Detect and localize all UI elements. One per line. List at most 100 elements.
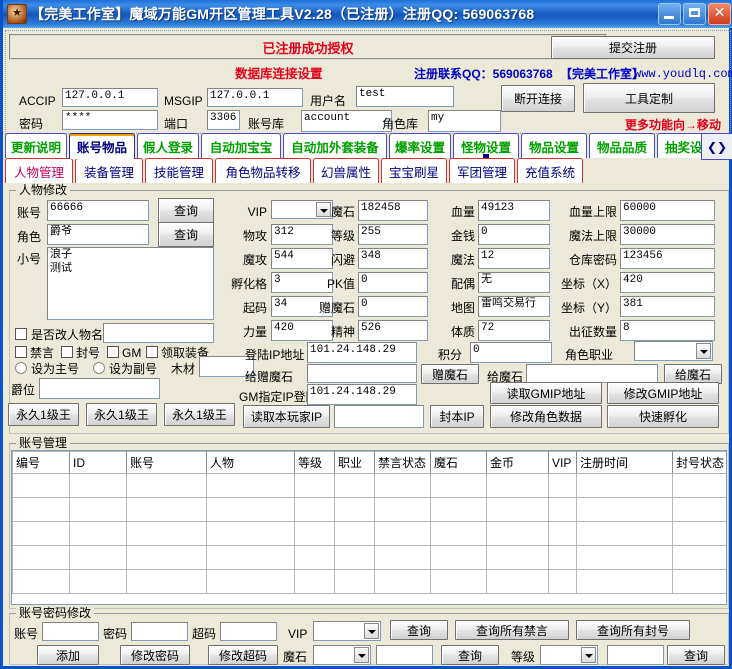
modify-superpwd-button[interactable]: 修改超码 <box>208 645 278 665</box>
sub-account-textarea[interactable]: 浪子 测试 <box>47 247 214 320</box>
sub-tab-3[interactable]: 技能管理 <box>145 158 213 183</box>
accip-input[interactable]: 127.0.0.1 <box>62 88 158 107</box>
rename-input[interactable] <box>103 323 214 343</box>
sub-tab-8[interactable]: 充值系统 <box>517 158 583 183</box>
gift-stone-input[interactable] <box>307 364 417 383</box>
table-cell[interactable] <box>549 498 577 522</box>
sub-tab-7[interactable]: 军团管理 <box>449 158 515 183</box>
customize-tool-button[interactable]: 工具定制 <box>583 83 715 113</box>
perm-king3-button[interactable]: 永久1级王 <box>164 403 235 426</box>
table-cell[interactable] <box>127 570 207 594</box>
pwd-level-input[interactable] <box>607 645 664 665</box>
read-gmip-button[interactable]: 读取GMIP地址 <box>490 382 602 404</box>
table-cell[interactable] <box>127 546 207 570</box>
table-cell[interactable] <box>577 522 673 546</box>
msgip-input[interactable]: 127.0.0.1 <box>207 88 303 107</box>
table-cell[interactable] <box>577 546 673 570</box>
table-cell[interactable] <box>127 522 207 546</box>
sub-tab-5[interactable]: 幻兽属性 <box>313 158 379 183</box>
attr-input-col3-2[interactable]: 255 <box>358 224 428 245</box>
main-tab-1[interactable]: 更新说明 <box>5 133 67 158</box>
pwd-stone-input[interactable] <box>376 645 433 665</box>
submit-registration-button[interactable]: 提交注册 <box>551 36 715 59</box>
perm-king2-button[interactable]: 永久1级王 <box>86 403 157 426</box>
chevron-down-icon[interactable] <box>364 623 379 639</box>
chevron-down-icon[interactable] <box>354 647 369 663</box>
table-cell[interactable] <box>549 570 577 594</box>
table-cell[interactable] <box>673 546 728 570</box>
table-cell[interactable] <box>335 498 375 522</box>
table-cell[interactable] <box>549 522 577 546</box>
table-cell[interactable] <box>295 498 335 522</box>
account-db-input[interactable]: account <box>301 110 392 132</box>
mute-checkbox[interactable] <box>15 346 27 358</box>
port-input[interactable]: 3306 <box>207 110 240 130</box>
sub-tab-6[interactable]: 宝宝刷星 <box>381 158 447 183</box>
role-query-button[interactable]: 查询 <box>158 222 214 247</box>
main-tab-3[interactable]: 假人登录 <box>137 133 199 158</box>
table-cell[interactable] <box>70 546 127 570</box>
role-job-combo[interactable] <box>634 341 713 361</box>
close-button[interactable]: ✕ <box>708 3 731 25</box>
query-all-ban-button[interactable]: 查询所有封号 <box>576 620 690 640</box>
table-cell[interactable] <box>335 570 375 594</box>
main-tab-5[interactable]: 自动加外套装备 <box>283 133 387 158</box>
table-cell[interactable] <box>431 570 487 594</box>
attr-input-col3-4[interactable]: 0 <box>358 272 428 293</box>
add-account-button[interactable]: 添加 <box>37 645 99 665</box>
attr-input-col3-3[interactable]: 348 <box>358 248 428 269</box>
table-row[interactable] <box>13 522 728 546</box>
perm-king1-button[interactable]: 永久1级王 <box>8 403 79 426</box>
table-cell[interactable] <box>673 570 728 594</box>
table-cell[interactable] <box>335 474 375 498</box>
query-all-mute-button[interactable]: 查询所有禁言 <box>455 620 569 640</box>
table-cell[interactable] <box>673 522 728 546</box>
table-cell[interactable] <box>487 570 549 594</box>
pwd-vip-combo[interactable] <box>313 621 381 641</box>
ban-ip-button[interactable]: 封本IP <box>430 405 484 428</box>
attr-input-col5-3[interactable]: 123456 <box>620 248 715 269</box>
table-cell[interactable] <box>335 522 375 546</box>
table-row[interactable] <box>13 546 728 570</box>
attr-input-col5-5[interactable]: 381 <box>620 296 715 317</box>
account-table[interactable]: 编号ID账号人物等级职业禁言状态魔石金币VIP注册时间封号状态 <box>11 450 727 605</box>
read-player-ip-button[interactable]: 读取本玩家IP <box>243 405 330 428</box>
table-cell[interactable] <box>673 498 728 522</box>
table-cell[interactable] <box>487 498 549 522</box>
table-cell[interactable] <box>70 522 127 546</box>
main-tab-7[interactable]: 怪物设置 <box>453 133 519 158</box>
main-tab-8[interactable]: 物品设置 <box>521 133 587 158</box>
person-account-input[interactable]: 66666 <box>47 200 149 221</box>
pwd-stone-query-button[interactable]: 查询 <box>441 645 499 665</box>
attr-input-col4-2[interactable]: 0 <box>478 224 550 245</box>
table-cell[interactable] <box>375 522 431 546</box>
password-input[interactable]: **** <box>62 110 158 130</box>
chevron-down-icon[interactable] <box>581 647 596 663</box>
pwd-stone-combo[interactable] <box>313 645 371 665</box>
rename-checkbox[interactable] <box>15 328 27 340</box>
table-row[interactable] <box>13 498 728 522</box>
disconnect-button[interactable]: 断开连接 <box>501 85 575 112</box>
attr-input-col5-4[interactable]: 420 <box>620 272 715 293</box>
table-cell[interactable] <box>375 570 431 594</box>
attr-input-col4-4[interactable]: 无 <box>478 272 550 293</box>
sub-tab-4[interactable]: 角色物品转移 <box>215 158 311 183</box>
table-cell[interactable] <box>487 474 549 498</box>
table-cell[interactable] <box>577 570 673 594</box>
table-cell[interactable] <box>549 474 577 498</box>
main-tab-2[interactable]: 账号物品 <box>69 133 135 159</box>
give-stone-button[interactable]: 给魔石 <box>664 364 722 384</box>
pwd-query-button[interactable]: 查询 <box>390 620 448 640</box>
sub-tab-1[interactable]: 人物管理 <box>5 158 73 183</box>
table-cell[interactable] <box>295 474 335 498</box>
pwd-account-input[interactable] <box>42 622 99 641</box>
minimize-button[interactable] <box>658 3 681 25</box>
pwd-superpwd-input[interactable] <box>220 622 277 641</box>
table-cell[interactable] <box>207 498 295 522</box>
username-input[interactable]: test <box>356 86 454 107</box>
pwd-level-query-button[interactable]: 查询 <box>667 645 725 665</box>
login-ip-input[interactable]: 101.24.148.29 <box>307 342 417 363</box>
modify-password-button[interactable]: 修改密码 <box>120 645 190 665</box>
account-query-button[interactable]: 查询 <box>158 198 214 223</box>
role-db-input[interactable]: my <box>428 110 501 132</box>
